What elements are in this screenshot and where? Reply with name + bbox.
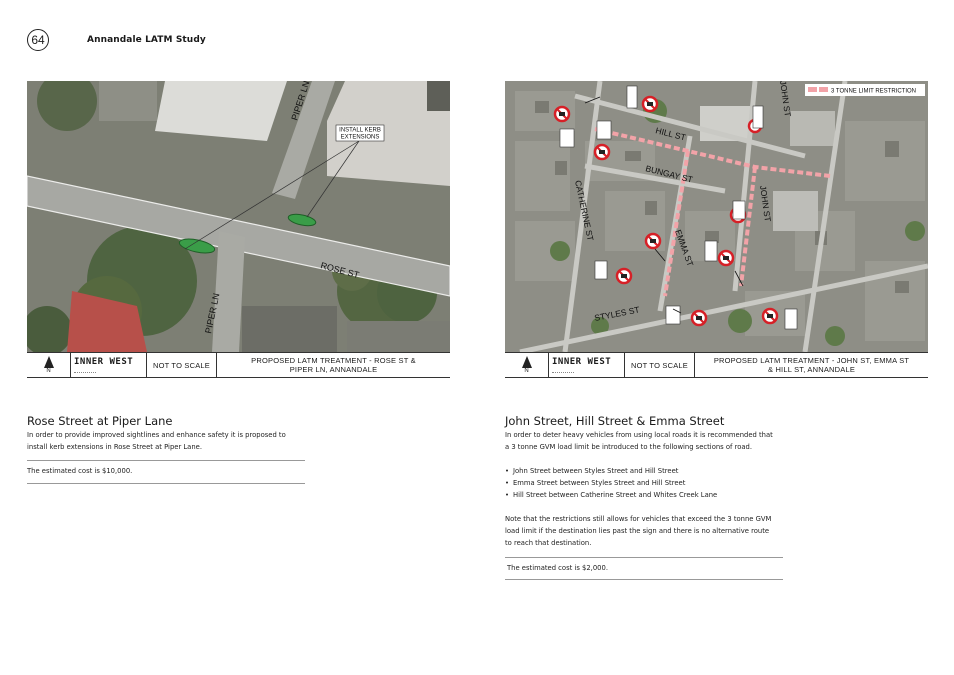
divider xyxy=(27,483,305,484)
inner-west-logo: INNER WEST xyxy=(71,353,147,377)
rose-st-heading: Rose Street at Piper Lane xyxy=(27,414,173,428)
divider xyxy=(505,557,783,558)
road-sections-list: John Street between Styles Street and Hi… xyxy=(505,465,717,501)
list-item: John Street between Styles Street and Hi… xyxy=(505,465,717,477)
list-item: Hill Street between Catherine Street and… xyxy=(505,489,717,501)
document-title: Annandale LATM Study xyxy=(87,35,206,45)
note-line3: to reach that destination. xyxy=(505,539,592,547)
right-map-titlebar: N INNER WEST NOT TO SCALE PROPOSED LATM … xyxy=(505,352,928,378)
divider xyxy=(505,579,783,580)
john-st-body-line2: a 3 tonne GVM load limit be introduced t… xyxy=(505,443,753,451)
note-line2: load limit if the destination lies past … xyxy=(505,527,770,535)
divider xyxy=(27,460,305,461)
map-description: PROPOSED LATM TREATMENT - ROSE ST & PIPE… xyxy=(251,356,416,374)
scale-note: NOT TO SCALE xyxy=(147,353,217,377)
note-line1: Note that the restrictions still allows … xyxy=(505,515,772,523)
rose-st-cost: The estimated cost is $10,000. xyxy=(27,467,133,475)
north-arrow-icon: N xyxy=(27,353,71,377)
rose-st-body-line1: In order to provide improved sightlines … xyxy=(27,431,286,439)
john-st-cost: The estimated cost is $2,000. xyxy=(507,564,608,572)
north-arrow-icon: N xyxy=(505,353,549,377)
john-st-body-line1: In order to deter heavy vehicles from us… xyxy=(505,431,773,439)
rose-st-aerial-map: INSTALL KERB EXTENSIONS PIPER LN ROSE ST… xyxy=(27,81,450,352)
rose-st-body-line2: install kerb extensions in Rose Street a… xyxy=(27,443,202,451)
left-map-titlebar: N INNER WEST NOT TO SCALE PROPOSED LATM … xyxy=(27,352,450,378)
list-item: Emma Street between Styles Street and Hi… xyxy=(505,477,717,489)
svg-text:3 TONNE LIMIT RESTRICTION: 3 TONNE LIMIT RESTRICTION xyxy=(831,89,916,95)
svg-text:EXTENSIONS: EXTENSIONS xyxy=(341,135,380,141)
john-emma-hill-aerial-map: 3 TONNE LIMIT RESTRICTION HILL ST BUNGAY… xyxy=(505,81,928,352)
page-number: 64 xyxy=(27,29,49,51)
scale-note: NOT TO SCALE xyxy=(625,353,695,377)
inner-west-logo: INNER WEST xyxy=(549,353,625,377)
svg-text:INSTALL KERB: INSTALL KERB xyxy=(339,128,381,134)
john-hill-emma-heading: John Street, Hill Street & Emma Street xyxy=(505,414,725,428)
map-description: PROPOSED LATM TREATMENT - JOHN ST, EMMA … xyxy=(713,356,910,374)
